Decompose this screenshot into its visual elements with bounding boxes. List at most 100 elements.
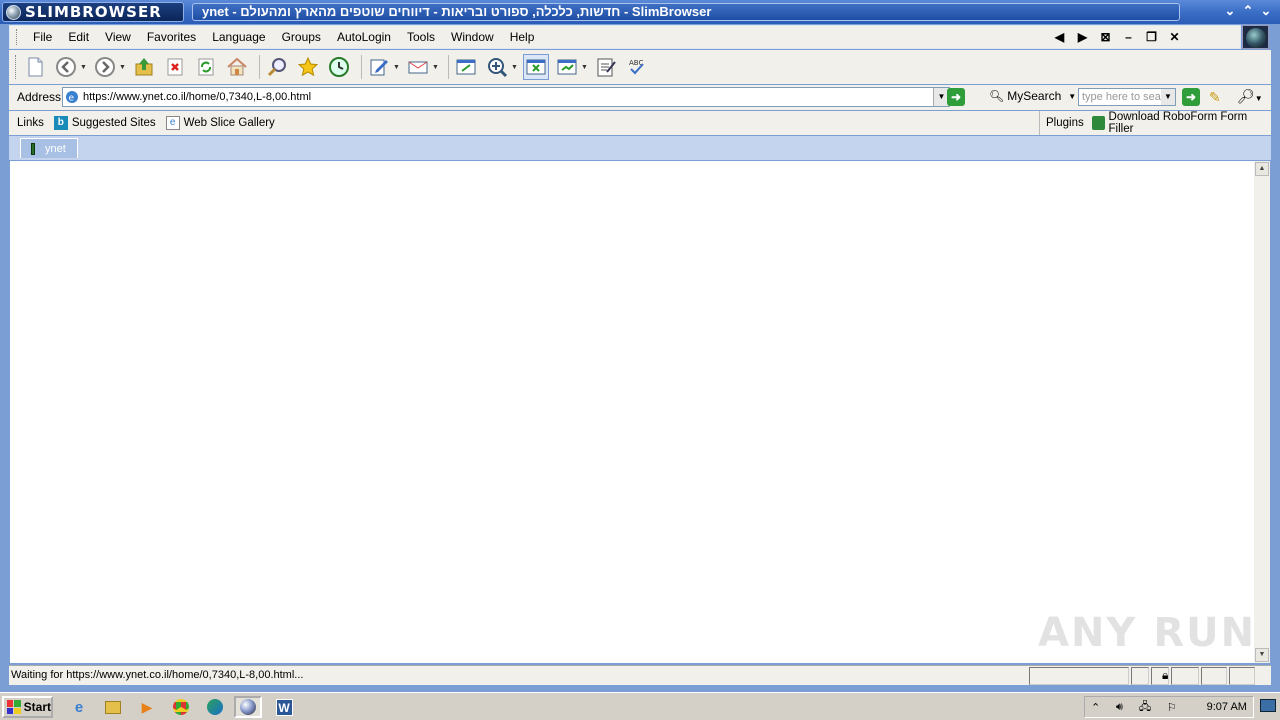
new-page-button[interactable] — [22, 54, 48, 80]
stop-button[interactable] — [162, 54, 188, 80]
history-button[interactable] — [326, 54, 352, 80]
menu-language[interactable]: Language — [204, 26, 273, 48]
window-close-icon — [526, 59, 546, 75]
popup-icon — [456, 59, 476, 75]
back-dropdown-icon[interactable]: ▼ — [80, 64, 88, 71]
scroll-up-icon[interactable]: ▲ — [1255, 162, 1269, 176]
scroll-down-icon[interactable]: ▼ — [1255, 648, 1269, 662]
address-input[interactable]: e https://www.ynet.co.il/home/0,7340,L-8… — [62, 87, 950, 107]
clock[interactable]: 9:07 AM — [1207, 701, 1247, 713]
close-window-button[interactable]: ⌄ — [1258, 2, 1274, 20]
menu-favorites[interactable]: Favorites — [139, 26, 204, 48]
activity-globe-icon — [1242, 25, 1269, 49]
chevron-up-icon[interactable]: ⌃ — [1240, 2, 1256, 20]
ynet-favicon-icon — [31, 142, 35, 155]
page-content[interactable]: ▲ ▼ — [9, 160, 1271, 664]
forward-dropdown-icon[interactable]: ▼ — [119, 64, 127, 71]
close-all-icon[interactable]: ⊠ — [1098, 30, 1113, 44]
word-task-button[interactable]: W — [270, 696, 298, 718]
edit-page-button[interactable] — [366, 54, 392, 80]
ie-quicklaunch-icon[interactable]: e — [67, 696, 91, 718]
mysearch-label: MySearch — [1007, 89, 1062, 103]
start-button[interactable]: Start — [2, 696, 53, 718]
menu-autologin[interactable]: AutoLogin — [329, 26, 399, 48]
title-bar[interactable]: SLIMBROWSER ynet - חדשות, כלכלה, ספורט ו… — [0, 0, 1280, 24]
menu-edit[interactable]: Edit — [60, 26, 97, 48]
groups-button[interactable] — [554, 54, 580, 80]
link-suggested-sites[interactable]: b Suggested Sites — [53, 116, 156, 130]
notes-button[interactable] — [593, 54, 619, 80]
menu-grip[interactable] — [16, 29, 19, 45]
mail-icon — [408, 61, 428, 74]
groups-icon — [557, 59, 577, 75]
toolbar-grip[interactable] — [15, 55, 18, 79]
home-icon — [227, 57, 247, 76]
stop-icon — [167, 58, 183, 76]
link-web-slice-gallery[interactable]: e Web Slice Gallery — [165, 116, 275, 130]
search-dropdown-icon[interactable]: ▼ — [1161, 89, 1175, 105]
menu-groups[interactable]: Groups — [274, 26, 329, 48]
popup-button[interactable] — [453, 54, 479, 80]
go-button[interactable]: ➜ — [947, 88, 965, 106]
status-cell — [1131, 667, 1149, 685]
mysearch-button[interactable]: 🔍︎ MySearch ▼ — [989, 89, 1076, 103]
menu-help[interactable]: Help — [502, 26, 543, 48]
up-button[interactable] — [131, 54, 157, 80]
minimize-icon[interactable]: – — [1121, 30, 1136, 44]
show-desktop-icon[interactable] — [1260, 699, 1276, 712]
zoom-icon — [488, 58, 508, 78]
next-window-icon[interactable]: ▶ — [1075, 30, 1090, 44]
menu-tools[interactable]: Tools — [399, 26, 443, 48]
menu-bar: File Edit View Favorites Language Groups… — [9, 25, 1241, 49]
edit-dropdown-icon[interactable]: ▼ — [393, 64, 401, 71]
magnifier-icon: 🔍︎ — [989, 89, 1005, 103]
spellcheck-button[interactable]: ABC — [624, 54, 650, 80]
mail-button[interactable] — [405, 54, 431, 80]
close-popups-button[interactable] — [523, 54, 549, 80]
tab-ynet[interactable]: ynet — [20, 138, 78, 158]
menu-file[interactable]: File — [25, 26, 60, 48]
zoom-dropdown-icon[interactable]: ▼ — [511, 64, 519, 71]
search-icon — [267, 58, 286, 77]
favorites-button[interactable] — [295, 54, 321, 80]
globe-icon — [6, 5, 21, 20]
star-icon — [297, 56, 319, 77]
volume-icon[interactable]: 🔊︎ — [1116, 701, 1123, 714]
explorer-quicklaunch-icon[interactable] — [101, 696, 125, 718]
status-cell — [1201, 667, 1227, 685]
status-cell — [1029, 667, 1129, 685]
history-icon — [329, 57, 349, 77]
menu-view[interactable]: View — [97, 26, 139, 48]
refresh-icon — [198, 58, 214, 76]
tray-expand-icon[interactable]: ⌃ — [1091, 701, 1100, 714]
svg-text:e: e — [69, 94, 75, 104]
search-button[interactable] — [264, 54, 290, 80]
mysearch-dropdown-icon[interactable]: ▼ — [1068, 92, 1076, 101]
restore-icon[interactable]: ❐ — [1144, 30, 1159, 44]
groups-dropdown-icon[interactable]: ▼ — [581, 64, 589, 71]
highlight-icon[interactable]: ✎ — [1209, 89, 1221, 106]
media-player-quicklaunch-icon[interactable]: ▶ — [135, 696, 159, 718]
roboform-link[interactable]: Download RoboForm Form Filler — [1091, 111, 1261, 135]
search-input[interactable]: type here to sea ▼ — [1078, 88, 1176, 106]
network-icon[interactable]: 🖧︎ — [1139, 698, 1151, 717]
zoom-button[interactable] — [484, 54, 510, 80]
home-button[interactable] — [224, 54, 250, 80]
edge-quicklaunch-icon[interactable] — [203, 696, 227, 718]
refresh-button[interactable] — [193, 54, 219, 80]
prev-window-icon[interactable]: ◀ — [1052, 30, 1067, 44]
mail-dropdown-icon[interactable]: ▼ — [432, 64, 440, 71]
link-label: Web Slice Gallery — [183, 117, 275, 129]
slimbrowser-task-button[interactable] — [234, 696, 262, 718]
back-button[interactable] — [53, 54, 79, 80]
menu-window[interactable]: Window — [443, 26, 502, 48]
search-go-button[interactable]: ➜ — [1182, 88, 1200, 106]
find-icon[interactable]: 🔎︎▼ — [1237, 88, 1263, 105]
address-label: Address — [17, 90, 62, 104]
chrome-quicklaunch-icon[interactable] — [169, 696, 193, 718]
close-icon[interactable]: ✕ — [1167, 30, 1182, 44]
forward-button[interactable] — [92, 54, 118, 80]
chevron-down-icon[interactable]: ⌄ — [1222, 2, 1238, 20]
vertical-scrollbar[interactable]: ▲ ▼ — [1254, 161, 1270, 663]
action-center-flag-icon[interactable]: ⚐ — [1167, 701, 1177, 714]
